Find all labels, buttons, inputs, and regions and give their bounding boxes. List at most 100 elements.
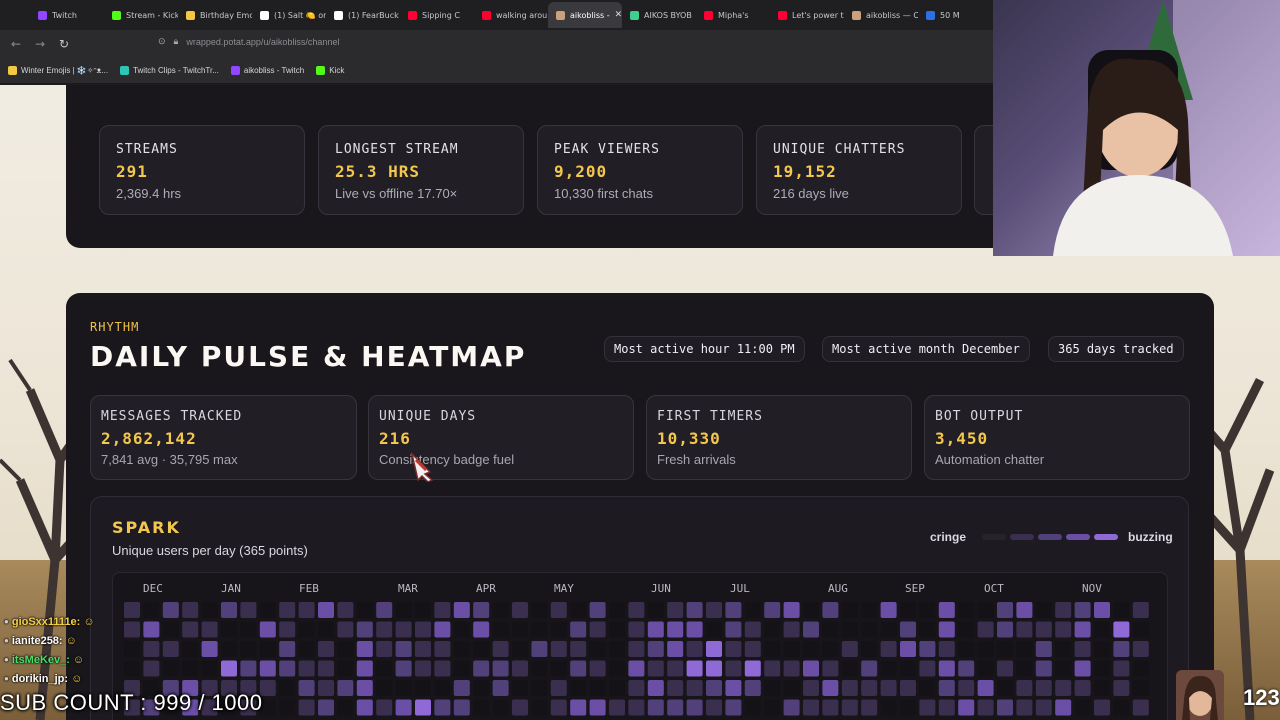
stat-unique-chatters: UNIQUE CHATTERS 19,152 216 days live xyxy=(756,125,962,215)
legend-swatch-1 xyxy=(1010,534,1035,540)
stream-chat-overlay: ● gioSxx1111e: ☺ ● ianite258: ☺ ● itsMeKev_: ☺ ● d… xyxy=(4,612,95,688)
chat-emote-icon: ☺ xyxy=(65,634,77,647)
heatmap-month-label: DEC xyxy=(143,582,163,595)
stat-sub: Automation chatter xyxy=(935,452,1045,467)
site-info-icon[interactable]: ⊙ xyxy=(158,36,166,47)
heatmap-month-label: SEP xyxy=(905,582,925,595)
heatmap-month-label: JUL xyxy=(730,582,750,595)
bookmark-favicon-icon xyxy=(8,66,17,75)
stat-longest-stream: LONGEST STREAM 25.3 HRS Live vs offline … xyxy=(318,125,524,215)
stat-label: FIRST TIMERS xyxy=(657,409,763,424)
legend-swatch-3 xyxy=(1066,534,1091,540)
spark-subtitle: Unique users per day (365 points) xyxy=(112,543,308,558)
tab-favicon-icon xyxy=(408,10,417,20)
tab-label: (1) FearBuck xyxy=(348,10,399,20)
stat-bot-output: BOT OUTPUT 3,450 Automation chatter xyxy=(924,395,1190,480)
bookmark-label: Twitch Clips - TwitchTr... xyxy=(133,66,219,75)
stat-label: LONGEST STREAM xyxy=(335,142,459,157)
browser-tab[interactable]: AIKOS BYOB xyxy=(622,2,696,28)
tab-favicon-icon xyxy=(852,10,861,20)
chat-username: ianite258: xyxy=(11,634,63,647)
chat-badge-icon: ● xyxy=(4,617,9,626)
bookmark-favicon-icon xyxy=(120,66,130,75)
browser-tab[interactable]: Mipha's xyxy=(696,2,770,28)
bookmark-item[interactable]: Winter Emojis | ❄️✧ᵔᴥ... xyxy=(8,66,108,75)
chat-username: gioSxx1111e: xyxy=(11,615,81,628)
browser-tab[interactable]: Stream - Kick xyxy=(104,2,178,28)
tab-favicon-icon xyxy=(260,10,269,20)
close-tab-icon[interactable]: ✕ xyxy=(615,10,622,20)
chat-badge-icon: ● xyxy=(4,636,9,645)
bookmark-favicon-icon xyxy=(316,66,326,75)
heatmap-month-label: JUN xyxy=(651,582,671,595)
stat-label: UNIQUE DAYS xyxy=(379,409,477,424)
heatmap-month-label: MAR xyxy=(398,582,418,595)
mouse-cursor-icon xyxy=(410,452,434,482)
legend-high-label: buzzing xyxy=(1128,530,1173,544)
sub-count: SUB COUNT : 999 / 1000 xyxy=(0,690,263,715)
section-eyebrow: RHYTHM xyxy=(90,320,140,334)
browser-tab[interactable]: aikobliss — C xyxy=(844,2,918,28)
reload-icon[interactable]: ↻ xyxy=(52,37,76,51)
bookmark-item[interactable]: aikobliss - Twitch xyxy=(230,66,305,75)
chat-emote-icon: ☺ xyxy=(83,615,95,628)
browser-tab[interactable]: (1) Salt 🍋 or xyxy=(252,2,326,28)
url-field[interactable]: ⊙ 🔒︎ wrapped.potat.app/u/aikobliss/chann… xyxy=(158,36,339,47)
stat-value: 10,330 xyxy=(657,429,721,448)
heatmap-month-label: APR xyxy=(476,582,496,595)
back-icon[interactable]: ← xyxy=(4,37,28,51)
browser-tab[interactable]: (1) FearBuck xyxy=(326,2,400,28)
stat-value: 3,450 xyxy=(935,429,989,448)
browser-tab[interactable]: 50 M xyxy=(918,2,992,28)
browser-tab[interactable]: walking arou xyxy=(474,2,548,28)
browser-tab[interactable]: Birthday Emo xyxy=(178,2,252,28)
browser-tab[interactable]: Twitch xyxy=(30,2,104,28)
heatmap-month-label: NOV xyxy=(1082,582,1102,595)
browser-tab[interactable]: Let's power th xyxy=(770,2,844,28)
tab-favicon-icon xyxy=(482,10,491,20)
forward-icon[interactable]: → xyxy=(28,37,52,51)
stat-unique-days: UNIQUE DAYS 216 Consistency badge fuel xyxy=(368,395,634,480)
stat-value: 291 xyxy=(116,162,148,181)
stat-label: BOT OUTPUT xyxy=(935,409,1024,424)
stat-label: UNIQUE CHATTERS xyxy=(773,142,906,157)
stat-value: 25.3 HRS xyxy=(335,162,421,181)
chat-line: ● itsMeKev_: ☺ xyxy=(4,650,95,669)
streamer-avatar xyxy=(1176,670,1224,720)
heatmap-legend: cringe buzzing xyxy=(930,530,1173,544)
stat-label: MESSAGES TRACKED xyxy=(101,409,243,424)
lock-icon: 🔒︎ xyxy=(173,36,179,46)
stat-value: 19,152 xyxy=(773,162,837,181)
tab-favicon-icon xyxy=(556,10,565,20)
bookmark-label: Kick xyxy=(329,66,345,75)
browser-tab[interactable]: Sipping C xyxy=(400,2,474,28)
tab-label: Stream - Kick xyxy=(126,10,178,20)
chat-username: itsMeKev_: xyxy=(11,653,70,666)
chat-emote-icon: ☺ xyxy=(71,672,83,685)
legend-swatch-0 xyxy=(982,534,1007,540)
chat-line: ● ianite258: ☺ xyxy=(4,631,95,650)
tab-label: Let's power th xyxy=(792,10,844,20)
chat-line: ● dorikin_jp: ☺ xyxy=(4,669,95,688)
bookmark-item[interactable]: Kick xyxy=(316,66,344,75)
tab-label: 50 M xyxy=(940,10,960,20)
chat-line: ● gioSxx1111e: ☺ xyxy=(4,612,95,631)
legend-swatch-4 xyxy=(1094,534,1119,540)
stat-sub: 7,841 avg · 35,795 max xyxy=(101,452,238,467)
tab-favicon-icon xyxy=(704,10,713,20)
stat-sub: Fresh arrivals xyxy=(657,452,736,467)
tab-favicon-icon xyxy=(112,10,121,20)
stat-value: 9,200 xyxy=(554,162,608,181)
bookmark-item[interactable]: Twitch Clips - TwitchTr... xyxy=(120,66,219,75)
section-title: DAILY PULSE & HEATMAP xyxy=(90,340,527,373)
tab-favicon-icon xyxy=(778,10,787,20)
bookmark-label: Winter Emojis | ❄️✧ᵔᴥ... xyxy=(21,66,109,75)
tab-label: Twitch xyxy=(52,10,77,20)
stat-sub: Live vs offline 17.70× xyxy=(335,186,458,201)
bookmark-label: aikobliss - Twitch xyxy=(243,66,305,75)
stat-label: PEAK VIEWERS xyxy=(554,142,660,157)
tab-label: Sipping C xyxy=(422,10,460,20)
browser-tab[interactable]: aikobliss - ✕ xyxy=(548,2,622,28)
tab-favicon-icon xyxy=(38,10,47,20)
heatmap-month-label: OCT xyxy=(984,582,1004,595)
